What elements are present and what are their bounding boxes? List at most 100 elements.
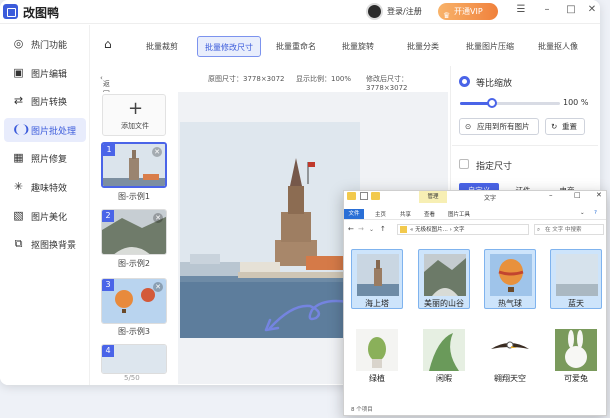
back-button[interactable]: ‹ 返回: [100, 74, 110, 98]
apply-all-label: 应用到所有图片: [477, 122, 530, 131]
sidebar-item-edit[interactable]: ▣ 图片编辑: [4, 61, 86, 85]
tab-batch-portrait[interactable]: 批量抠人像: [530, 36, 586, 57]
minimize-icon[interactable]: –: [549, 191, 553, 199]
ribbon-home-tab[interactable]: 主页: [375, 210, 386, 218]
file-thumbnail: [489, 329, 531, 371]
properties-icon: [360, 192, 368, 200]
menu-icon[interactable]: ☰: [515, 4, 527, 15]
folder-icon: [347, 192, 356, 200]
add-file-button[interactable]: + 添加文件: [102, 94, 166, 136]
close-icon[interactable]: ✕: [586, 4, 598, 15]
up-icon[interactable]: ↑: [380, 225, 386, 233]
thumbnail-3[interactable]: 3 ✕: [101, 278, 167, 324]
original-size: 原图尺寸：3778×3072: [208, 75, 285, 83]
avatar[interactable]: [366, 3, 383, 20]
vip-label: 开通VIP: [454, 7, 483, 16]
file-tile[interactable]: 可爱兔: [550, 325, 602, 385]
cutout-icon: ⧉: [14, 237, 23, 250]
tab-batch-crop[interactable]: 批量裁剪: [138, 36, 186, 57]
sidebar-item-beautify[interactable]: ▧ 图片美化: [4, 204, 86, 228]
proportional-label: 等比缩放: [476, 79, 513, 89]
sidebar-item-convert[interactable]: ⇄ 图片转换: [4, 89, 86, 113]
vip-button[interactable]: ♛ 开通VIP: [438, 3, 498, 20]
folder-icon: [400, 226, 407, 233]
back-icon[interactable]: ←: [348, 225, 354, 233]
file-name: 美丽的山谷: [424, 299, 464, 308]
thumbnail-number: 4: [102, 345, 114, 357]
thumbnail-4[interactable]: 4: [101, 344, 167, 374]
scale-slider-handle[interactable]: [487, 98, 497, 108]
explorer-ribbon: 文件 主页 共享 查看 图片工具 ⌄ ?: [344, 209, 606, 220]
maximize-icon[interactable]: □: [565, 4, 577, 15]
remove-icon[interactable]: ✕: [153, 213, 163, 223]
hot-icon: ◎: [13, 37, 24, 50]
file-tile[interactable]: 海上塔: [351, 249, 403, 309]
sidebar-item-repair[interactable]: ▦ 照片修复: [4, 146, 86, 170]
file-thumbnail: [556, 254, 598, 296]
remove-icon[interactable]: ✕: [153, 282, 163, 292]
history-dropdown-icon[interactable]: ⌄: [369, 226, 374, 233]
ribbon-picture-tools-tab[interactable]: 图片工具: [448, 210, 470, 218]
file-tile[interactable]: 绿植: [351, 325, 403, 385]
file-tile[interactable]: 翱翔天空: [484, 325, 536, 385]
remove-icon[interactable]: ✕: [152, 147, 162, 157]
file-thumbnail: [490, 254, 532, 296]
sidebar-item-cutout[interactable]: ⧉ 抠图换背景: [4, 232, 86, 256]
reset-icon: ↻: [551, 122, 558, 131]
divider: [452, 145, 598, 146]
ribbon-file-tab[interactable]: 文件: [344, 209, 364, 219]
title-bar: 改图鸭 登录/注册 ♛ 开通VIP ☰ – □ ✕: [0, 0, 600, 24]
file-thumbnail: [555, 329, 597, 371]
thumbnail-label: 图-示例3: [118, 327, 150, 336]
ribbon-view-tab[interactable]: 查看: [424, 210, 435, 218]
file-thumbnail: [357, 254, 399, 296]
batch-icon: ❨❩: [12, 123, 31, 136]
maximize-icon[interactable]: □: [574, 191, 581, 199]
file-name: 热气球: [498, 299, 522, 308]
help-icon[interactable]: ?: [594, 210, 597, 216]
custom-size-checkbox[interactable]: [459, 159, 469, 169]
ribbon-expand-icon[interactable]: ⌄: [580, 210, 585, 216]
login-button[interactable]: 登录/注册: [387, 6, 422, 17]
thumbnail-1[interactable]: 1 ✕: [101, 142, 167, 188]
file-name: 海上塔: [365, 299, 389, 308]
file-tile[interactable]: 蓝天: [550, 249, 602, 309]
file-thumbnail: [423, 329, 465, 371]
sidebar-item-hot[interactable]: ◎ 热门功能: [4, 32, 86, 56]
forward-icon[interactable]: →: [358, 225, 364, 233]
manage-tab[interactable]: 管理: [419, 191, 447, 203]
explorer-path[interactable]: « 无极权图片... › 文字: [397, 224, 529, 235]
close-icon[interactable]: ✕: [596, 191, 602, 199]
sidebar-item-batch[interactable]: ❨❩ 图片批处理: [4, 118, 86, 142]
scale-percent: 100 %: [563, 98, 589, 107]
thumbnail-2[interactable]: 2 ✕: [101, 209, 167, 255]
sidebar-item-effects[interactable]: ✳ 趣味特效: [4, 175, 86, 199]
app-title: 改图鸭: [23, 6, 60, 20]
thumbnail-number: 3: [102, 279, 114, 291]
beautify-icon: ▧: [13, 209, 24, 222]
file-name: 翱翔天空: [494, 374, 526, 383]
explorer-status: 8 个项目: [351, 407, 373, 413]
tab-batch-compress[interactable]: 批量图片压缩: [458, 36, 522, 57]
explorer-search-input[interactable]: ⌕ 在 文字 中搜索: [534, 224, 604, 235]
file-tile[interactable]: 闲暇: [418, 325, 470, 385]
home-icon[interactable]: ⌂: [104, 37, 112, 51]
custom-size-label: 指定尺寸: [476, 162, 513, 172]
sidebar-item-label: 图片转换: [31, 98, 68, 108]
ribbon-share-tab[interactable]: 共享: [400, 210, 411, 218]
explorer-title: 文字: [484, 195, 497, 202]
file-tile[interactable]: 热气球: [484, 249, 536, 309]
tab-batch-resize[interactable]: 批量修改尺寸: [197, 36, 261, 57]
page-indicator: 5/50: [124, 374, 140, 382]
tab-batch-rotate[interactable]: 批量旋转: [334, 36, 382, 57]
modified-size: 修改后尺寸：3778×3072: [366, 75, 408, 92]
reset-button[interactable]: ↻ 重置: [545, 118, 585, 135]
minimize-icon[interactable]: –: [541, 4, 553, 15]
file-tile[interactable]: 美丽的山谷: [418, 249, 470, 309]
file-name: 可爱兔: [564, 374, 588, 383]
apply-all-button[interactable]: ⊙ 应用到所有图片: [459, 118, 539, 135]
file-name: 绿植: [369, 374, 385, 383]
tab-batch-rename[interactable]: 批量重命名: [266, 36, 326, 57]
tab-batch-classify[interactable]: 批量分类: [399, 36, 447, 57]
proportional-radio[interactable]: [459, 76, 470, 87]
